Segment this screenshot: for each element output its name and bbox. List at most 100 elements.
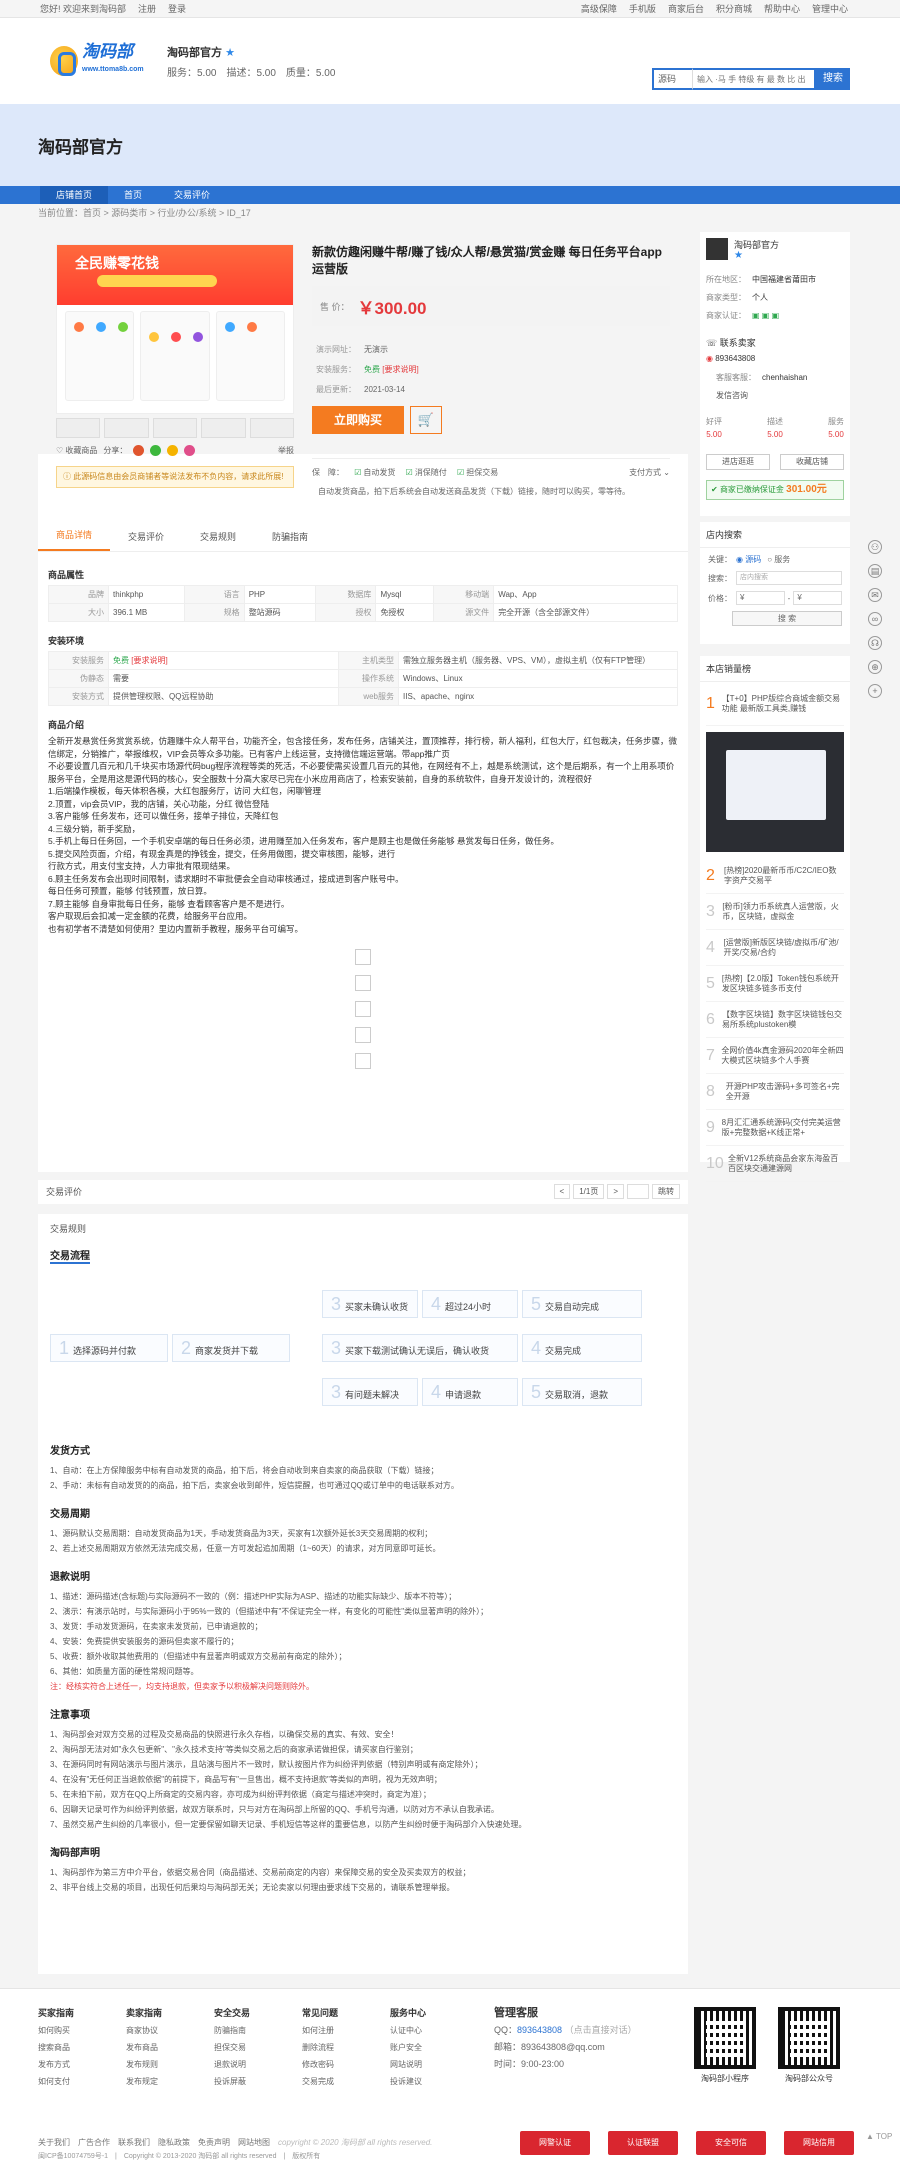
footer-link[interactable]: 投诉屏蔽	[214, 2073, 302, 2090]
footer-link[interactable]: 搜索商品	[38, 2039, 126, 2056]
footer-link[interactable]: 投诉建议	[390, 2073, 478, 2090]
search-type-select[interactable]: 源码	[652, 68, 692, 90]
cart-icon[interactable]: 🛒	[410, 406, 442, 434]
register-link[interactable]: 注册	[138, 4, 156, 14]
back-to-top-button[interactable]: ▲ TOP	[866, 2132, 892, 2141]
enter-shop-button[interactable]: 进店逛逛	[706, 454, 770, 470]
next-page-button[interactable]: >	[607, 1184, 624, 1199]
trust-badge[interactable]: 网站信用	[784, 2131, 854, 2155]
price-max-input[interactable]: ¥	[793, 591, 843, 605]
install-requirements-link[interactable]: [要求说明]	[382, 365, 418, 374]
topbar-link[interactable]: 商家后台	[668, 4, 704, 14]
user-icon[interactable]: ⚇	[868, 540, 882, 554]
footer-link[interactable]: 修改密码	[302, 2056, 390, 2073]
share-weibo-icon[interactable]	[133, 444, 145, 456]
hot-item-image[interactable]	[706, 732, 844, 852]
seller-avatar[interactable]	[706, 238, 728, 260]
hot-item[interactable]: 7 全网价值4k真金源码2020年全新四大模式区块链多个人手赛	[706, 1038, 844, 1074]
footer-bottom-link[interactable]: 联系我们	[118, 2138, 150, 2147]
topbar-link[interactable]: 管理中心	[812, 4, 848, 14]
shop-search-button[interactable]: 搜 索	[732, 611, 842, 626]
tab-detail[interactable]: 商品详情	[38, 528, 111, 551]
hot-item[interactable]: 2 [热榜]2020最新币币/C2C/IEO数字资产交易平	[706, 858, 844, 894]
hot-title[interactable]: 全网价值4k真金源码2020年全新四大模式区块链多个人手赛	[721, 1046, 844, 1066]
hot-item[interactable]: 3 [粉币]领力币系统真人运营版，火币，区块链，虚拟金	[706, 894, 844, 930]
footer-link[interactable]: 发布规则	[126, 2056, 214, 2073]
footer-link[interactable]: 删除流程	[302, 2039, 390, 2056]
share-more-icon[interactable]	[184, 444, 196, 456]
hot-item[interactable]: 8 开源PHP攻击源码+多可签名+完全开源	[706, 1074, 844, 1110]
cart-side-icon[interactable]: ⊕	[868, 660, 882, 674]
footer-link[interactable]: 发布商品	[126, 2039, 214, 2056]
shop-name[interactable]: 淘码部官方	[167, 47, 222, 59]
footer-bottom-link[interactable]: 广告合作	[78, 2138, 110, 2147]
favorite-button[interactable]: ♡ 收藏商品	[56, 445, 97, 456]
footer-link[interactable]: 商家协议	[126, 2022, 214, 2039]
footer-link[interactable]: 交易完成	[302, 2073, 390, 2090]
footer-link[interactable]: 担保交易	[214, 2039, 302, 2056]
tab-anti-fraud[interactable]: 防骗指南	[254, 530, 326, 551]
tab-rules[interactable]: 交易规则	[182, 530, 254, 551]
footer-bottom-link[interactable]: 免责声明	[198, 2138, 230, 2147]
hot-title[interactable]: 【数字区块链】数字区块链钱包交易所系统plustoken模	[722, 1010, 844, 1030]
hot-title[interactable]: [热榜]【2.0版】Token钱包系统开发区块链多链多币支付	[722, 974, 844, 994]
hot-item[interactable]: 10 全新V12系统商品会家东海盈百百区块交通建源网	[706, 1146, 844, 1182]
footer-link[interactable]: 退款说明	[214, 2056, 302, 2073]
footer-bottom-link[interactable]: 隐私政策	[158, 2138, 190, 2147]
topbar-link[interactable]: 积分商城	[716, 4, 752, 14]
pay-method-dropdown[interactable]: 支付方式 ⌄	[629, 467, 670, 478]
hot-item[interactable]: 4 [运营版]新版区块链/虚拟币/矿池/开奖/交易/合约	[706, 930, 844, 966]
nav-home[interactable]: 首页	[108, 186, 158, 204]
footer-link[interactable]: 账户安全	[390, 2039, 478, 2056]
service-icon[interactable]: ☊	[868, 636, 882, 650]
trust-badge[interactable]: 认证联盟	[608, 2131, 678, 2155]
report-link[interactable]: 举报	[278, 445, 294, 456]
footer-link[interactable]: 如何支付	[38, 2073, 126, 2090]
footer-link[interactable]: 发布方式	[38, 2056, 126, 2073]
footer-link[interactable]: 认证中心	[390, 2022, 478, 2039]
hot-title[interactable]: 开源PHP攻击源码+多可签名+完全开源	[726, 1082, 844, 1102]
search-radio-source[interactable]: ◉ 源码	[736, 554, 761, 565]
jump-button[interactable]: 跳转	[652, 1184, 680, 1199]
seller-qq[interactable]: ◉ 893643808	[706, 354, 755, 363]
topbar-link[interactable]: 帮助中心	[764, 4, 800, 14]
doc-icon[interactable]: ▤	[868, 564, 882, 578]
search-button[interactable]: 搜索	[816, 68, 850, 90]
hot-item[interactable]: 9 8月汇汇通系统源码(交付完美运营版+完整数据+K线正常+	[706, 1110, 844, 1146]
install-requirements-link[interactable]: [要求说明]	[129, 656, 167, 665]
hot-title[interactable]: 【T+0】PHP版综合商城金额交易功能 最新版工具类,赚钱	[722, 694, 844, 714]
search-input[interactable]	[692, 68, 816, 90]
shop-search-input[interactable]: 店内搜索	[736, 571, 842, 585]
search-radio-service[interactable]: ○ 服务	[767, 554, 790, 565]
share-qzone-icon[interactable]	[167, 444, 179, 456]
footer-link[interactable]: 如何注册	[302, 2022, 390, 2039]
site-logo[interactable]: 淘码部 www.ttoma8b.com	[50, 41, 145, 81]
nav-reviews[interactable]: 交易评价	[158, 186, 226, 204]
hot-item[interactable]: 6 【数字区块链】数字区块链钱包交易所系统plustoken模	[706, 1002, 844, 1038]
footer-link[interactable]: 防骗指南	[214, 2022, 302, 2039]
trust-badge[interactable]: 安全可信	[696, 2131, 766, 2155]
share-wechat-icon[interactable]	[150, 444, 162, 456]
footer-link[interactable]: 发布规定	[126, 2073, 214, 2090]
topbar-link[interactable]: 高级保障	[581, 4, 617, 14]
page-input[interactable]	[627, 1184, 649, 1199]
link-icon[interactable]: ∞	[868, 612, 882, 626]
hot-item[interactable]: 5 [热榜]【2.0版】Token钱包系统开发区块链多链多币支付	[706, 966, 844, 1002]
favorite-shop-button[interactable]: 收藏店铺	[780, 454, 844, 470]
mail-icon[interactable]: ✉	[868, 588, 882, 602]
service-message-link[interactable]: 发信咨询	[716, 390, 748, 401]
tab-reviews[interactable]: 交易评价	[110, 530, 182, 551]
price-min-input[interactable]: ¥	[736, 591, 785, 605]
hot-title[interactable]: [运营版]新版区块链/虚拟币/矿池/开奖/交易/合约	[724, 938, 845, 958]
hot-item[interactable]: 1 【T+0】PHP版综合商城金额交易功能 最新版工具类,赚钱	[706, 682, 844, 726]
footer-bottom-link[interactable]: 网站地图	[238, 2138, 270, 2147]
footer-bottom-link[interactable]: 关于我们	[38, 2138, 70, 2147]
nav-shop-home[interactable]: 店铺首页	[40, 186, 109, 204]
image-thumbnails[interactable]	[56, 418, 295, 438]
hot-title[interactable]: 全新V12系统商品会家东海盈百百区块交通建源网	[728, 1154, 844, 1174]
footer-link[interactable]: 网站说明	[390, 2056, 478, 2073]
hot-title[interactable]: 8月汇汇通系统源码(交付完美运营版+完整数据+K线正常+	[722, 1118, 844, 1138]
plus-icon[interactable]: +	[868, 684, 882, 698]
hot-title[interactable]: [热榜]2020最新币币/C2C/IEO数字资产交易平	[724, 866, 844, 886]
trust-badge[interactable]: 网警认证	[520, 2131, 590, 2155]
